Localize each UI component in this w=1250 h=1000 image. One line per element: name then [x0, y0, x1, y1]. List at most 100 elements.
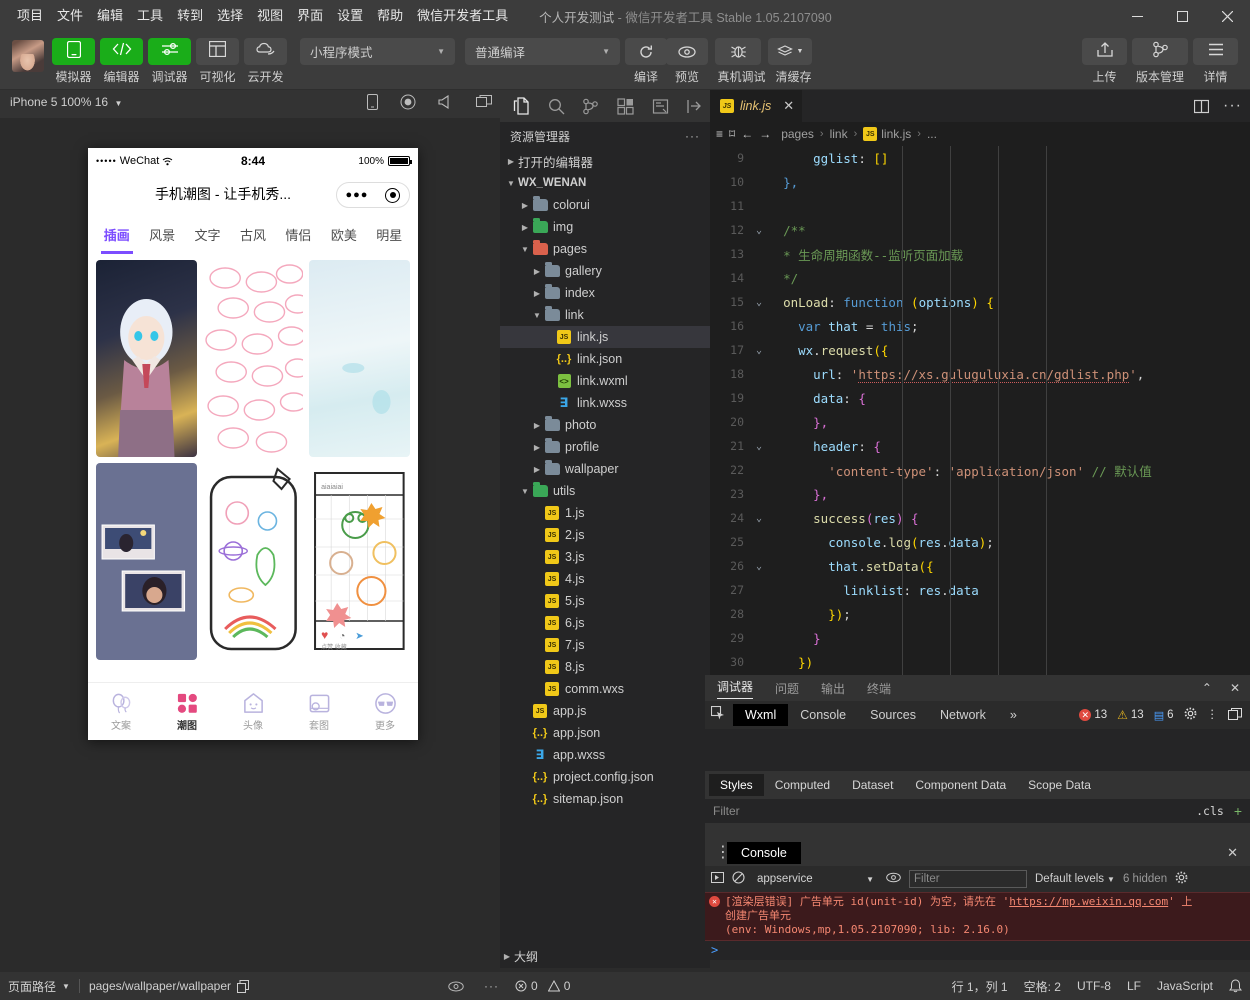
back-icon[interactable]: ←: [741, 127, 753, 141]
toolbar-sliders-button[interactable]: [148, 38, 191, 65]
grid-image[interactable]: [202, 463, 304, 660]
clear-console-icon[interactable]: [732, 871, 745, 887]
eol-indicator[interactable]: LF: [1127, 979, 1141, 993]
grid-image[interactable]: [96, 260, 197, 457]
styles-tabs[interactable]: Styles Computed Dataset Component Data Scope…: [705, 771, 1250, 799]
kebab-icon[interactable]: ⋮: [1207, 709, 1219, 721]
styles-tab-styles[interactable]: Styles: [709, 774, 764, 796]
styles-tab-computed[interactable]: Computed: [764, 774, 841, 796]
tabbar-item-3[interactable]: 套图: [286, 683, 352, 740]
grid-image[interactable]: [309, 260, 410, 457]
code-row[interactable]: 12 ⌄ /**: [710, 218, 1250, 242]
line-col-indicator[interactable]: 行 1，列 1: [952, 978, 1008, 995]
devtools-tab-console[interactable]: Console: [788, 704, 858, 726]
menu-item-6[interactable]: 视图: [250, 0, 290, 32]
tree-file-link.wxss[interactable]: ∃ link.wxss: [500, 392, 710, 414]
styles-tab-dataset[interactable]: Dataset: [841, 774, 904, 796]
close-icon[interactable]: ✕: [1227, 845, 1238, 861]
styles-tab-scope-data[interactable]: Scope Data: [1017, 774, 1102, 796]
tree-file-link.json[interactable]: {..} link.json: [500, 348, 710, 370]
more-icon[interactable]: ···: [484, 979, 499, 993]
debugger-panel-tab-3[interactable]: 终端: [867, 680, 891, 697]
menu-bar[interactable]: 项目 文件 编辑 工具 转到 选择 视图 界面 设置 帮助 微信开发者工具: [0, 0, 515, 32]
tree-file-4.js[interactable]: JS 4.js: [500, 568, 710, 590]
debugger-panel-tab-1[interactable]: 问题: [775, 680, 799, 697]
minimize-button[interactable]: [1115, 0, 1160, 32]
file-tree[interactable]: ▶ 打开的编辑器 ▼ WX_WENAN ▶ colorui ▶ img ▼ pages ▶ galle…: [500, 150, 710, 810]
breadcrumb-item-0[interactable]: pages: [781, 127, 814, 141]
tree-folder-link[interactable]: ▼ link: [500, 304, 710, 326]
tree-file-link.js[interactable]: JS link.js: [500, 326, 710, 348]
code-row[interactable]: 23 },: [710, 482, 1250, 506]
language-indicator[interactable]: JavaScript: [1157, 979, 1213, 993]
error-counter[interactable]: 0: [515, 979, 538, 993]
split-editor-icon[interactable]: [1194, 99, 1210, 114]
fold-chevron[interactable]: ⌄: [750, 561, 768, 572]
separate-window-icon[interactable]: [476, 95, 492, 109]
close-icon[interactable]: ✕: [783, 98, 794, 114]
code-row[interactable]: 28 });: [710, 602, 1250, 626]
toolbar-cloud-button[interactable]: [244, 38, 287, 65]
menu-item-9[interactable]: 帮助: [370, 0, 410, 32]
extensions-icon[interactable]: [610, 92, 641, 120]
run-icon[interactable]: [711, 871, 724, 887]
compile-button[interactable]: [625, 38, 667, 65]
realdevice-debug-button[interactable]: [715, 38, 761, 65]
category-tab-4[interactable]: 情侣: [276, 225, 321, 244]
info-counter[interactable]: ▤ 6: [1154, 709, 1174, 722]
tree-folder-img[interactable]: ▶ img: [500, 216, 710, 238]
console-levels-select[interactable]: Default levels ▼: [1035, 873, 1115, 885]
category-tab-3[interactable]: 古风: [230, 225, 275, 244]
menu-item-1[interactable]: 文件: [50, 0, 90, 32]
tree-file-app.wxss[interactable]: ∃ app.wxss: [500, 744, 710, 766]
code-row[interactable]: 14 */: [710, 266, 1250, 290]
tree-folder-index[interactable]: ▶ index: [500, 282, 710, 304]
tree-folder-colorui[interactable]: ▶ colorui: [500, 194, 710, 216]
search-icon[interactable]: [541, 92, 572, 120]
record-icon[interactable]: [400, 94, 416, 110]
code-row[interactable]: 29 }: [710, 626, 1250, 650]
explorer-section-WX_WENAN[interactable]: ▼ WX_WENAN: [500, 172, 710, 194]
console-tab[interactable]: Console: [727, 842, 801, 864]
debugger-panel-tab-2[interactable]: 输出: [821, 680, 845, 697]
fold-chevron[interactable]: ⌄: [750, 297, 768, 308]
close-icon[interactable]: ✕: [1230, 681, 1240, 695]
collapse-icon[interactable]: [679, 92, 710, 120]
mode-select[interactable]: 小程序模式 ▼: [300, 38, 455, 65]
code-row[interactable]: 25 console.log(res.data);: [710, 530, 1250, 554]
menu-item-3[interactable]: 工具: [130, 0, 170, 32]
clear-cache-button[interactable]: ▼: [768, 38, 812, 65]
bookmark-icon[interactable]: ⌑: [729, 127, 735, 141]
code-row[interactable]: 17 ⌄ wx.request({: [710, 338, 1250, 362]
toolbar-phone-button[interactable]: [52, 38, 95, 65]
console-context-select[interactable]: appservice ▼: [753, 870, 878, 888]
forward-icon[interactable]: →: [759, 127, 771, 141]
tabbar-item-4[interactable]: 更多: [352, 683, 418, 740]
tree-file-8.js[interactable]: JS 8.js: [500, 656, 710, 678]
styles-tab-component-data[interactable]: Component Data: [904, 774, 1017, 796]
gear-icon[interactable]: [1184, 707, 1197, 723]
code-row[interactable]: 27 linklist: res.data: [710, 578, 1250, 602]
code-row[interactable]: 13 * 生命周期函数--监听页面加载: [710, 242, 1250, 266]
fold-chevron[interactable]: ⌄: [750, 441, 768, 452]
tabbar-item-2[interactable]: 头像: [220, 683, 286, 740]
code-row[interactable]: 9 gglist: []: [710, 146, 1250, 170]
tree-file-project.config.json[interactable]: {..} project.config.json: [500, 766, 710, 788]
rotate-device-icon[interactable]: [367, 94, 378, 110]
avatar[interactable]: [12, 40, 44, 72]
breadcrumb-item-2[interactable]: JS link.js: [863, 127, 911, 141]
gear-icon[interactable]: [1175, 871, 1188, 887]
tree-file-app.js[interactable]: JS app.js: [500, 700, 710, 722]
warning-counter[interactable]: ⚠ 13: [1117, 708, 1144, 722]
compile-select[interactable]: 普通编译 ▼: [465, 38, 620, 65]
menu-item-10[interactable]: 微信开发者工具: [410, 0, 515, 32]
toolbar-code-button[interactable]: [100, 38, 143, 65]
kebab-icon[interactable]: ⋮: [715, 845, 731, 861]
close-button[interactable]: [1205, 0, 1250, 32]
indentation-indicator[interactable]: 空格: 2: [1024, 978, 1061, 995]
grid-image[interactable]: [96, 463, 197, 660]
tree-folder-photo[interactable]: ▶ photo: [500, 414, 710, 436]
toolbar-layout-button[interactable]: [196, 38, 239, 65]
code-row[interactable]: 21 ⌄ header: {: [710, 434, 1250, 458]
tree-folder-utils[interactable]: ▼ utils: [500, 480, 710, 502]
